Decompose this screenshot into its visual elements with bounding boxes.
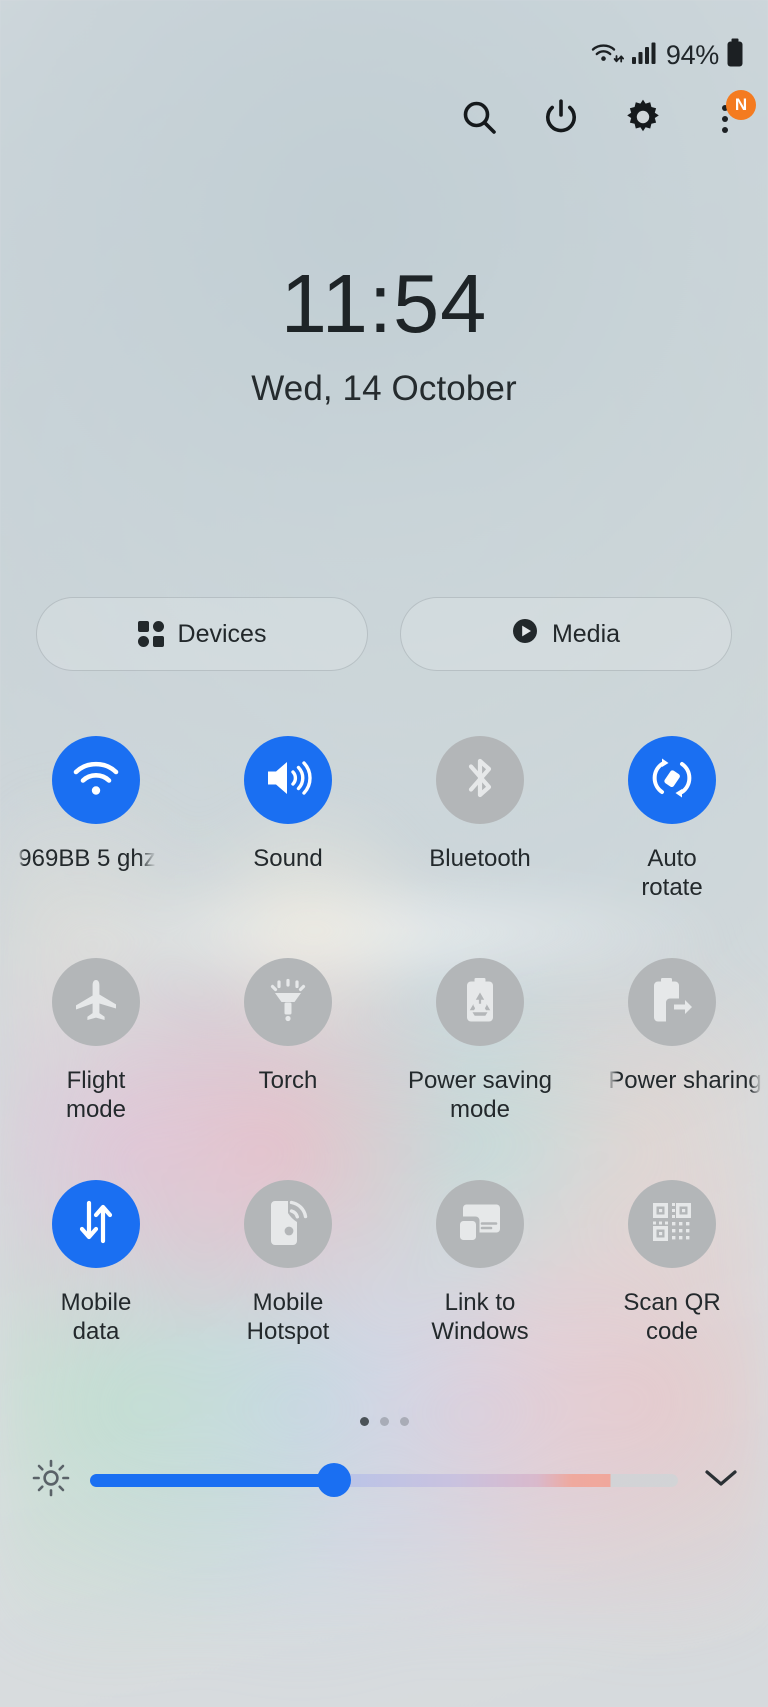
cellular-signal-icon — [631, 40, 657, 71]
tile-wifi-icon-circle — [52, 736, 140, 824]
status-bar: 94% — [0, 0, 768, 110]
tile-flight-mode-label: Flight mode — [65, 1067, 127, 1124]
media-label: Media — [551, 619, 621, 648]
mobile-data-icon — [73, 1198, 119, 1251]
tile-wifi[interactable]: 969BB 5 ghz — [0, 736, 192, 903]
quick-settings-panel: 94% N 11:54 Wed, 14 October Devices Medi… — [0, 0, 768, 1707]
notification-badge: N — [726, 90, 756, 120]
tile-auto-rotate-icon-circle — [628, 736, 716, 824]
tile-sound-icon-circle — [244, 736, 332, 824]
sound-icon — [263, 755, 313, 806]
flashlight-icon — [266, 975, 310, 1030]
wifi-signal-icon — [590, 39, 624, 72]
header-action-bar: N — [456, 90, 756, 142]
tile-torch-icon-circle — [244, 958, 332, 1046]
auto-rotate-icon — [648, 754, 696, 807]
tile-sound[interactable]: Sound — [192, 736, 384, 903]
tile-torch[interactable]: Torch — [192, 958, 384, 1125]
tile-auto-rotate-label: Auto rotate — [641, 845, 703, 902]
tile-mobile-data-icon-circle — [52, 1180, 140, 1268]
tile-power-saving-label: Power saving mode — [407, 1067, 553, 1124]
tile-link-to-windows-icon-circle — [436, 1180, 524, 1268]
wifi-icon — [70, 755, 122, 806]
page-dot-2[interactable] — [379, 1417, 389, 1426]
tile-mobile-hotspot[interactable]: Mobile Hotspot — [192, 1180, 384, 1347]
tile-sound-label: Sound — [253, 845, 323, 872]
tile-mobile-hotspot-label: Mobile Hotspot — [246, 1289, 330, 1346]
tile-link-to-windows[interactable]: Link to Windows — [384, 1180, 576, 1347]
page-dot-1[interactable] — [359, 1417, 369, 1426]
brightness-control — [30, 1448, 746, 1512]
tile-torch-label: Torch — [258, 1067, 318, 1094]
shortcut-pills: Devices Media — [36, 597, 732, 671]
power-sharing-icon — [650, 975, 694, 1030]
tile-power-sharing[interactable]: Power sharing — [576, 958, 768, 1125]
quick-toggle-row-3: Mobile data Mobile Hotspot Link to Windo… — [0, 1180, 768, 1347]
tile-auto-rotate[interactable]: Auto rotate — [576, 736, 768, 903]
tile-mobile-hotspot-icon-circle — [244, 1180, 332, 1268]
tile-power-sharing-icon-circle — [628, 958, 716, 1046]
tile-wifi-label: 969BB 5 ghz — [18, 845, 156, 872]
clock-time: 11:54 — [280, 257, 488, 350]
page-dot-3[interactable] — [399, 1417, 409, 1426]
page-indicator — [0, 1417, 768, 1426]
tile-mobile-data[interactable]: Mobile data — [0, 1180, 192, 1347]
tile-flight-mode[interactable]: Flight mode — [0, 958, 192, 1125]
qr-code-icon — [649, 1199, 695, 1250]
tile-mobile-data-label: Mobile data — [60, 1289, 132, 1346]
clock-block: 11:54 Wed, 14 October — [0, 262, 768, 409]
tile-scan-qr-code[interactable]: Scan QR code — [576, 1180, 768, 1347]
bluetooth-icon — [460, 754, 500, 807]
devices-button[interactable]: Devices — [36, 597, 368, 671]
media-button[interactable]: Media — [400, 597, 732, 671]
tile-power-sharing-label: Power sharing — [608, 1067, 762, 1094]
power-button[interactable] — [538, 96, 584, 142]
tile-scan-qr-code-label: Scan QR code — [623, 1289, 721, 1346]
chevron-down-icon — [703, 1466, 739, 1495]
tile-bluetooth[interactable]: Bluetooth — [384, 736, 576, 903]
tile-power-saving-icon-circle — [436, 958, 524, 1046]
expand-quick-settings-button[interactable] — [696, 1466, 746, 1495]
brightness-slider-thumb[interactable] — [317, 1463, 352, 1497]
tile-bluetooth-label: Bluetooth — [429, 845, 531, 872]
brightness-sun-icon — [30, 1457, 72, 1504]
search-icon — [460, 98, 498, 141]
tile-scan-qr-code-icon-circle — [628, 1180, 716, 1268]
devices-label: Devices — [177, 619, 267, 648]
quick-toggle-row-1: 969BB 5 ghz Sound Bluetooth Auto rotate — [0, 736, 768, 903]
clock-date: Wed, 14 October — [251, 369, 517, 408]
power-saving-icon — [460, 975, 500, 1030]
power-icon — [542, 98, 580, 141]
tile-power-saving[interactable]: Power saving mode — [384, 958, 576, 1125]
battery-percent: 94% — [665, 39, 719, 70]
brightness-slider[interactable] — [90, 1463, 678, 1497]
gear-icon — [623, 97, 663, 142]
search-button[interactable] — [456, 96, 502, 142]
tile-bluetooth-icon-circle — [436, 736, 524, 824]
tile-flight-mode-icon-circle — [52, 958, 140, 1046]
tile-link-to-windows-label: Link to Windows — [431, 1289, 529, 1346]
hotspot-icon — [265, 1197, 311, 1252]
link-to-windows-icon — [455, 1200, 505, 1249]
battery-full-icon — [726, 38, 744, 73]
more-options-button[interactable]: N — [702, 90, 756, 142]
quick-toggle-row-2: Flight mode Torch Power saving mode Powe… — [0, 958, 768, 1125]
settings-button[interactable] — [620, 96, 666, 142]
play-circle-icon — [512, 618, 538, 651]
airplane-icon — [72, 976, 120, 1029]
devices-grid-icon — [137, 621, 164, 647]
